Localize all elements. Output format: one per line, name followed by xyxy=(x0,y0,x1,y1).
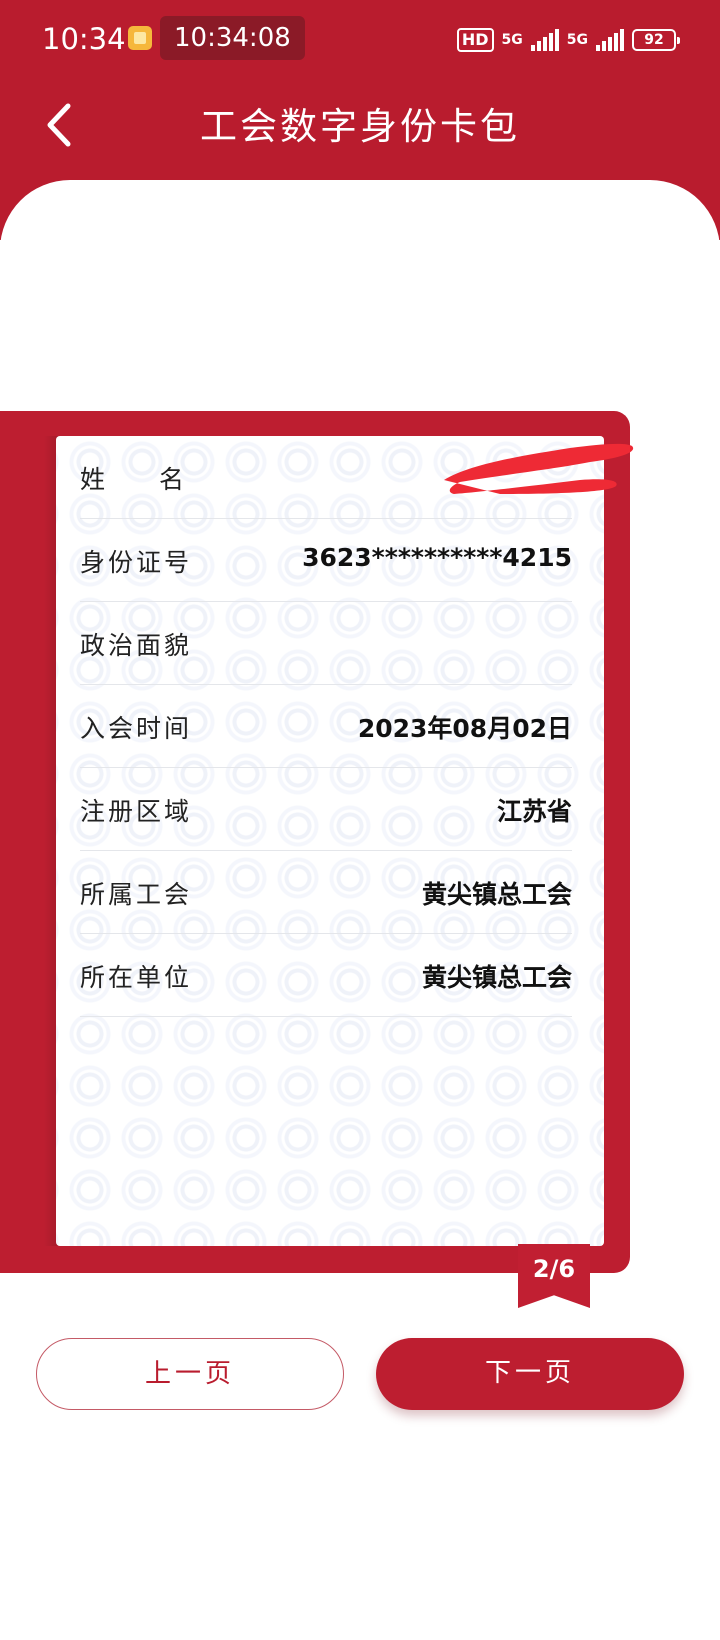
battery-icon: 92 xyxy=(632,29,680,51)
redaction-scribble xyxy=(444,443,634,494)
status-indicators: HD 5G 5G 92 xyxy=(456,26,680,54)
field-label: 注册区域 xyxy=(80,797,193,826)
field-row-join-date: 入会时间 2023年08月02日 xyxy=(80,685,572,768)
field-label: 姓名 xyxy=(80,465,239,494)
network-label-1: 5G xyxy=(501,32,523,48)
field-value: 江苏省 xyxy=(496,797,572,826)
field-row-id-number: 身份证号 3623**********4215 xyxy=(80,519,572,602)
clock-chip: 10:34:08 xyxy=(160,16,305,60)
field-label: 所属工会 xyxy=(80,880,193,909)
signal-icon xyxy=(530,29,559,51)
field-label: 身份证号 xyxy=(80,548,193,577)
app-notification-icon xyxy=(128,26,152,50)
field-label: 政治面貌 xyxy=(80,631,193,660)
field-label: 入会时间 xyxy=(80,714,193,743)
field-value: 黄尖镇总工会 xyxy=(421,963,572,992)
prev-page-button[interactable]: 上一页 xyxy=(36,1338,344,1410)
screen: 10:34 10:34:08 HD 5G 5G 92 工会数字身份卡包 姓名 身… xyxy=(0,0,720,1640)
field-row-union: 所属工会 黄尖镇总工会 xyxy=(80,851,572,934)
field-row-region: 注册区域 江苏省 xyxy=(80,768,572,851)
field-value: 3623**********4215 xyxy=(302,543,572,572)
field-label: 所在单位 xyxy=(80,963,193,992)
field-row-employer: 所在单位 黄尖镇总工会 xyxy=(80,934,572,1017)
status-bar: 10:34 10:34:08 HD 5G 5G 92 xyxy=(0,14,720,66)
status-time: 10:34 xyxy=(42,22,126,56)
page-title: 工会数字身份卡包 xyxy=(200,105,520,148)
identity-card: 姓名 身份证号 3623**********4215 政治面貌 入会时间 202… xyxy=(56,436,604,1246)
network-label-2: 5G xyxy=(566,32,588,48)
hd-icon: HD xyxy=(456,28,494,52)
next-page-button[interactable]: 下一页 xyxy=(376,1338,684,1410)
field-value: 2023年08月02日 xyxy=(357,714,572,743)
signal-icon xyxy=(596,29,624,51)
field-row-political-status: 政治面貌 xyxy=(80,602,572,685)
field-value: 黄尖镇总工会 xyxy=(421,880,572,909)
